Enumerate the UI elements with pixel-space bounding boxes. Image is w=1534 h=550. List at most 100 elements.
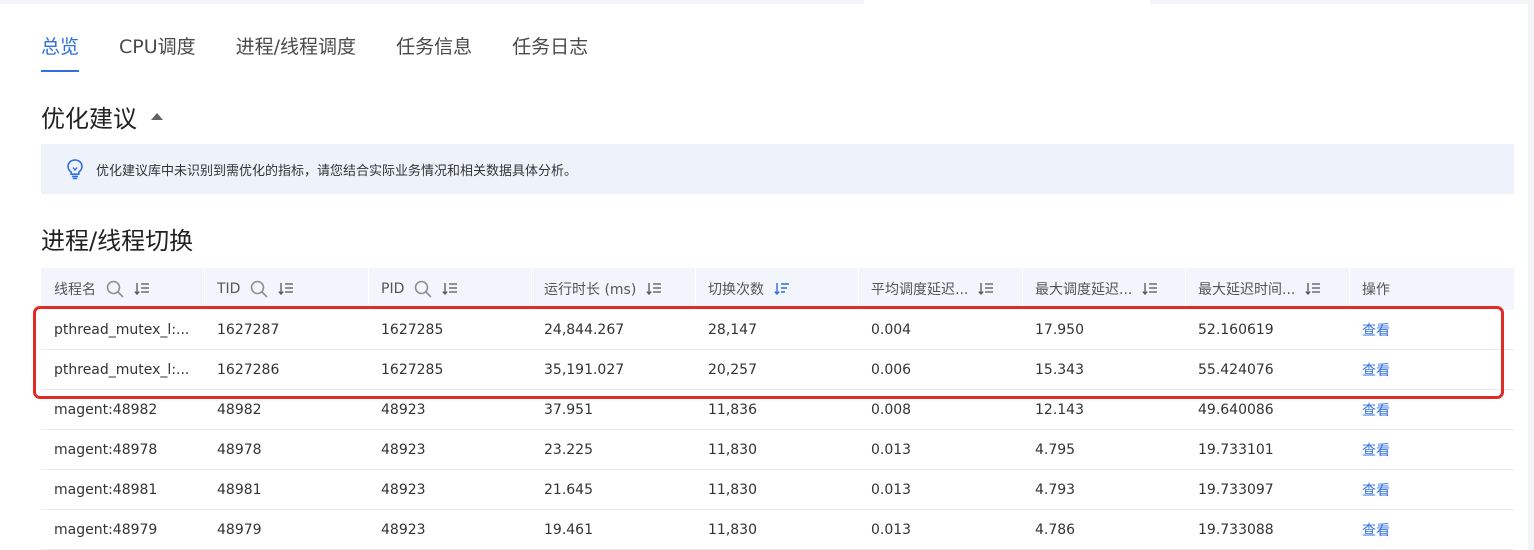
cell-pid: 1627285	[381, 322, 444, 338]
tab-bar: 总览 CPU调度 进程/线程调度 任务信息 任务日志	[41, 30, 628, 72]
table-row: magent:48979 48979 48923 19.461 11,830 0…	[41, 510, 1514, 550]
collapse-caret-icon[interactable]	[151, 113, 163, 120]
cell-switch-count: 11,836	[708, 402, 757, 418]
view-link[interactable]: 查看	[1349, 470, 1514, 510]
optimization-section-header: 优化建议	[41, 99, 163, 134]
table-row: magent:48978 48978 48923 23.225 11,830 0…	[41, 430, 1514, 470]
sort-desc-active-icon[interactable]	[774, 282, 790, 296]
sort-icon[interactable]	[978, 282, 994, 296]
cell-pid: 48923	[381, 442, 426, 458]
cell-max-delay-time: 55.424076	[1198, 362, 1274, 378]
sort-icon[interactable]	[278, 282, 294, 296]
right-edge-strip	[1528, 0, 1534, 550]
cell-thread-name: pthread_mutex_l:...	[54, 322, 190, 338]
switch-section-title: 进程/线程切换	[41, 227, 194, 255]
cell-switch-count: 20,257	[708, 362, 757, 378]
cell-pid: 48923	[381, 522, 426, 538]
col-label: 切换次数	[708, 282, 764, 298]
lightbulb-icon	[67, 159, 83, 180]
cell-tid: 48982	[217, 402, 262, 418]
cell-max-delay: 15.343	[1035, 362, 1084, 378]
sort-icon[interactable]	[442, 282, 458, 296]
search-icon[interactable]	[414, 280, 432, 298]
cell-pid: 48923	[381, 402, 426, 418]
col-header-pid: PID	[368, 268, 531, 310]
cell-runtime: 37.951	[544, 402, 593, 418]
cell-tid: 1627286	[217, 362, 280, 378]
col-header-thread-name: 线程名	[41, 268, 204, 310]
table-row: magent:48981 48981 48923 21.645 11,830 0…	[41, 470, 1514, 510]
cell-switch-count: 11,830	[708, 482, 757, 498]
col-label: 最大延迟时间...	[1198, 282, 1296, 298]
col-label: 线程名	[54, 282, 96, 298]
tab-cpu-scheduling[interactable]: CPU调度	[119, 30, 196, 72]
cell-max-delay-time: 19.733088	[1198, 522, 1274, 538]
col-header-max-delay-time: 最大延迟时间...	[1185, 268, 1349, 310]
col-label: PID	[381, 281, 405, 297]
view-link[interactable]: 查看	[1349, 390, 1514, 430]
tab-task-log[interactable]: 任务日志	[512, 30, 588, 72]
cell-avg-delay: 0.004	[871, 322, 912, 338]
top-bar-gap	[864, 0, 1150, 4]
cell-runtime: 35,191.027	[544, 362, 625, 378]
table-row: magent:48982 48982 48923 37.951 11,836 0…	[41, 390, 1514, 430]
top-bar	[0, 0, 1534, 4]
col-header-avg-sched-delay: 平均调度延迟...	[858, 268, 1022, 310]
cell-pid: 1627285	[381, 362, 444, 378]
cell-max-delay-time: 49.640086	[1198, 402, 1274, 418]
view-link[interactable]: 查看	[1349, 310, 1514, 350]
cell-max-delay: 4.793	[1035, 482, 1076, 498]
cell-avg-delay: 0.008	[871, 402, 912, 418]
col-header-action: 操作	[1349, 268, 1514, 310]
table-header: 线程名 TID PID 运行时长 (ms) 切换次数 平均调度延迟... 最大调…	[41, 268, 1514, 310]
cell-pid: 48923	[381, 482, 426, 498]
cell-avg-delay: 0.013	[871, 482, 912, 498]
col-header-switch-count: 切换次数	[695, 268, 858, 310]
search-icon[interactable]	[250, 280, 268, 298]
tab-process-thread-scheduling[interactable]: 进程/线程调度	[236, 30, 356, 72]
view-link[interactable]: 查看	[1349, 430, 1514, 470]
cell-max-delay: 17.950	[1035, 322, 1084, 338]
col-label: 平均调度延迟...	[871, 282, 969, 298]
sort-icon[interactable]	[1305, 282, 1321, 296]
cell-avg-delay: 0.013	[871, 522, 912, 538]
notice-text: 优化建议库中未识别到需优化的指标，请您结合实际业务情况和相关数据具体分析。	[96, 163, 578, 179]
col-label: 最大调度延迟...	[1035, 282, 1133, 298]
cell-tid: 48979	[217, 522, 262, 538]
cell-max-delay: 4.795	[1035, 442, 1076, 458]
cell-switch-count: 11,830	[708, 522, 757, 538]
cell-thread-name: magent:48978	[54, 442, 158, 458]
cell-avg-delay: 0.006	[871, 362, 912, 378]
tab-overview[interactable]: 总览	[41, 30, 80, 72]
col-label: 运行时长 (ms)	[544, 282, 637, 298]
cell-runtime: 23.225	[544, 442, 593, 458]
cell-avg-delay: 0.013	[871, 442, 912, 458]
optimization-notice: 优化建议库中未识别到需优化的指标，请您结合实际业务情况和相关数据具体分析。	[41, 144, 1514, 194]
cell-switch-count: 11,830	[708, 442, 757, 458]
cell-tid: 48978	[217, 442, 262, 458]
cell-max-delay-time: 19.733097	[1198, 482, 1274, 498]
sort-icon[interactable]	[646, 282, 662, 296]
cell-switch-count: 28,147	[708, 322, 757, 338]
cell-thread-name: magent:48979	[54, 522, 158, 538]
optimization-title: 优化建议	[41, 105, 137, 133]
col-header-max-sched-delay: 最大调度延迟...	[1022, 268, 1185, 310]
table-row: pthread_mutex_l:... 1627286 1627285 35,1…	[41, 350, 1514, 390]
col-label: TID	[217, 281, 241, 297]
col-header-runtime: 运行时长 (ms)	[531, 268, 695, 310]
cell-tid: 1627287	[217, 322, 280, 338]
sort-icon[interactable]	[1142, 282, 1158, 296]
cell-thread-name: pthread_mutex_l:...	[54, 362, 190, 378]
cell-max-delay: 4.786	[1035, 522, 1076, 538]
view-link[interactable]: 查看	[1349, 350, 1514, 390]
cell-max-delay-time: 52.160619	[1198, 322, 1274, 338]
tab-task-info[interactable]: 任务信息	[396, 30, 472, 72]
col-header-tid: TID	[204, 268, 368, 310]
search-icon[interactable]	[106, 280, 124, 298]
col-label: 操作	[1362, 282, 1390, 298]
view-link[interactable]: 查看	[1349, 510, 1514, 550]
cell-max-delay: 12.143	[1035, 402, 1084, 418]
sort-icon[interactable]	[134, 282, 150, 296]
cell-thread-name: magent:48982	[54, 402, 158, 418]
cell-runtime: 21.645	[544, 482, 593, 498]
